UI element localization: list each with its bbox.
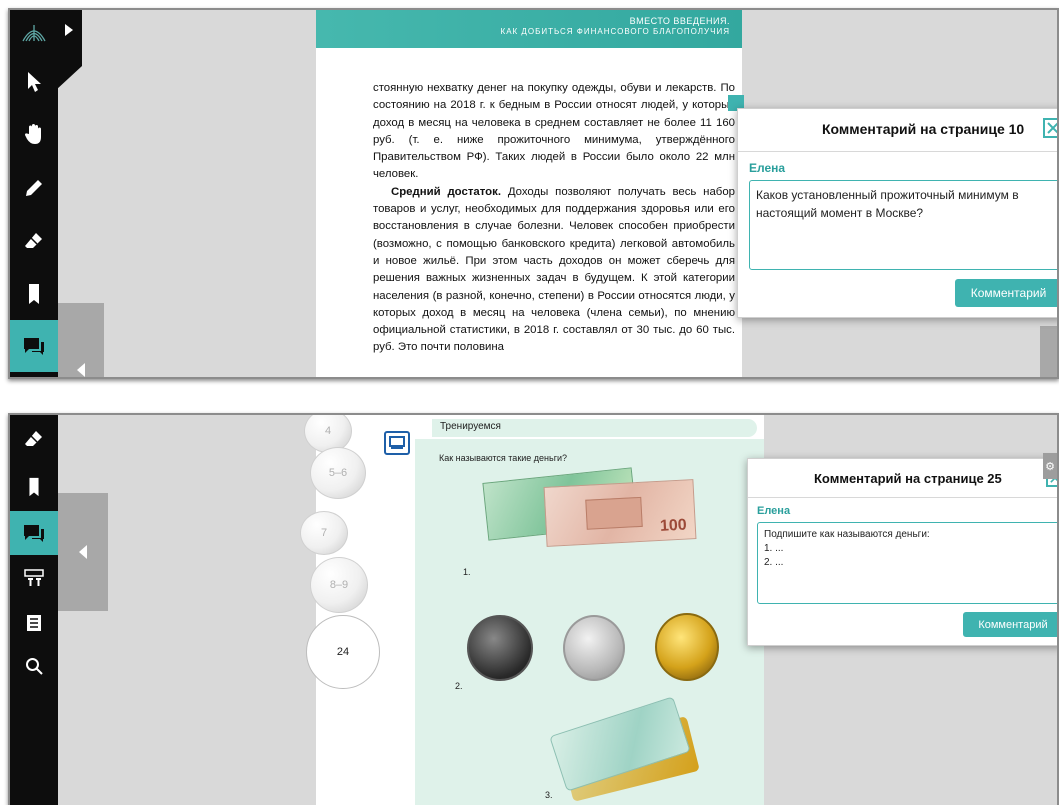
- divider: [738, 151, 1057, 152]
- page-header-line2: КАК ДОБИТЬСЯ ФИНАНСОВОГО БЛАГОПОЛУЧИЯ: [500, 27, 730, 36]
- comment-dialog: Комментарий на странице 25 Елена Подпиши…: [747, 458, 1057, 646]
- book-page: Тренируемся Как называются такие деньги?…: [415, 415, 764, 805]
- eraser-tool[interactable]: [10, 215, 58, 267]
- contents-tool[interactable]: [10, 601, 58, 645]
- reader-panel-bottom: 4 5–6 7 8–9 24 Тренируемся Как называютс…: [8, 413, 1059, 805]
- bookmark-tool[interactable]: [10, 268, 58, 320]
- book-page: ВМЕСТО ВВЕДЕНИЯ. КАК ДОБИТЬСЯ ФИНАНСОВОГ…: [316, 10, 742, 377]
- chevron-left-icon: [79, 545, 87, 559]
- search-tool[interactable]: [10, 645, 58, 687]
- submit-comment-button[interactable]: Комментарий: [963, 612, 1057, 637]
- page-header-line1: ВМЕСТО ВВЕДЕНИЯ.: [629, 16, 730, 26]
- paragraph-heading: Средний достаток.: [391, 185, 501, 198]
- monitor-icon[interactable]: [384, 431, 410, 455]
- pencil-tool[interactable]: [10, 162, 58, 214]
- comment-author: Елена: [749, 161, 786, 175]
- banknote-100: 100: [543, 479, 697, 547]
- close-icon: [1047, 122, 1057, 134]
- comment-tool[interactable]: [10, 511, 58, 555]
- comment-text-field[interactable]: Подпишите как называются деньги: 1. ... …: [757, 522, 1057, 604]
- pencil-icon: [26, 180, 42, 196]
- eraser-icon: [25, 431, 42, 446]
- pointer-tool[interactable]: [10, 56, 58, 108]
- item-number: 3.: [545, 790, 553, 800]
- settings-button[interactable]: ⚙: [1043, 453, 1057, 479]
- chevron-right-icon: [65, 24, 73, 36]
- page-bubble[interactable]: 5–6: [310, 447, 366, 499]
- expand-toolbar-button[interactable]: [56, 10, 82, 90]
- comment-author: Елена: [757, 505, 791, 517]
- paragraph-body: Доходы позволяют получать весь набор тов…: [373, 185, 736, 354]
- coin-black: [467, 615, 533, 681]
- current-page-bubble[interactable]: 24: [306, 615, 380, 689]
- prev-page-button[interactable]: [58, 303, 104, 377]
- page-navigator: 4 5–6 7 8–9 24: [300, 415, 415, 805]
- paragraph: стоянную нехватку денег на покупку одежд…: [373, 82, 735, 181]
- submit-comment-button[interactable]: Комментарий: [955, 279, 1057, 307]
- search-icon: [26, 658, 43, 675]
- media-tool[interactable]: [10, 555, 58, 601]
- comment-text-field[interactable]: Каков установленный прожиточный минимум …: [749, 180, 1057, 270]
- coin-silver: [563, 615, 625, 681]
- bookmark-tool[interactable]: [10, 463, 58, 511]
- eraser-tool[interactable]: [10, 415, 58, 463]
- page-header: ВМЕСТО ВВЕДЕНИЯ. КАК ДОБИТЬСЯ ФИНАНСОВОГ…: [316, 10, 742, 48]
- exercise-question: Как называются такие деньги?: [439, 453, 568, 463]
- reader-panel-top: ВМЕСТО ВВЕДЕНИЯ. КАК ДОБИТЬСЯ ФИНАНСОВОГ…: [8, 8, 1059, 379]
- page-bubble[interactable]: 8–9: [310, 557, 368, 613]
- comment-tool[interactable]: [10, 320, 58, 372]
- contents-icon: [27, 615, 41, 631]
- bookmark-icon: [29, 477, 39, 497]
- page-bubble[interactable]: 7: [300, 511, 348, 555]
- close-button[interactable]: [1043, 118, 1057, 138]
- media-icon: [24, 569, 44, 586]
- comment-dialog-title: Комментарий на странице 25: [814, 471, 1002, 486]
- comment-dialog-title: Комментарий на странице 10: [822, 121, 1025, 137]
- page-text: стоянную нехватку денег на покупку одежд…: [373, 80, 735, 357]
- bookmark-icon: [29, 284, 39, 304]
- comment-icon: [24, 338, 44, 355]
- banknote-value: 100: [659, 516, 688, 535]
- divider: [748, 497, 1057, 498]
- gear-icon: ⚙: [1045, 460, 1055, 473]
- logo-icon: [10, 10, 58, 56]
- hand-icon: [25, 124, 41, 144]
- comment-icon: [24, 525, 44, 542]
- prev-page-button[interactable]: [58, 493, 108, 611]
- item-number: 1.: [463, 567, 471, 577]
- exercise-heading: Тренируемся: [432, 419, 757, 437]
- comment-dialog: Комментарий на странице 10 Елена Каков у…: [737, 108, 1057, 318]
- hand-tool[interactable]: [10, 108, 58, 160]
- item-number: 2.: [455, 681, 463, 691]
- paragraph: Средний достаток. Доходы позволяют получ…: [373, 184, 735, 357]
- eraser-icon: [25, 233, 42, 248]
- pointer-icon: [28, 72, 41, 92]
- next-page-button[interactable]: [1040, 326, 1057, 377]
- coin-gold: [655, 613, 719, 681]
- toolbar: [10, 415, 58, 805]
- chevron-left-icon: [77, 363, 85, 377]
- toolbar: [10, 10, 58, 377]
